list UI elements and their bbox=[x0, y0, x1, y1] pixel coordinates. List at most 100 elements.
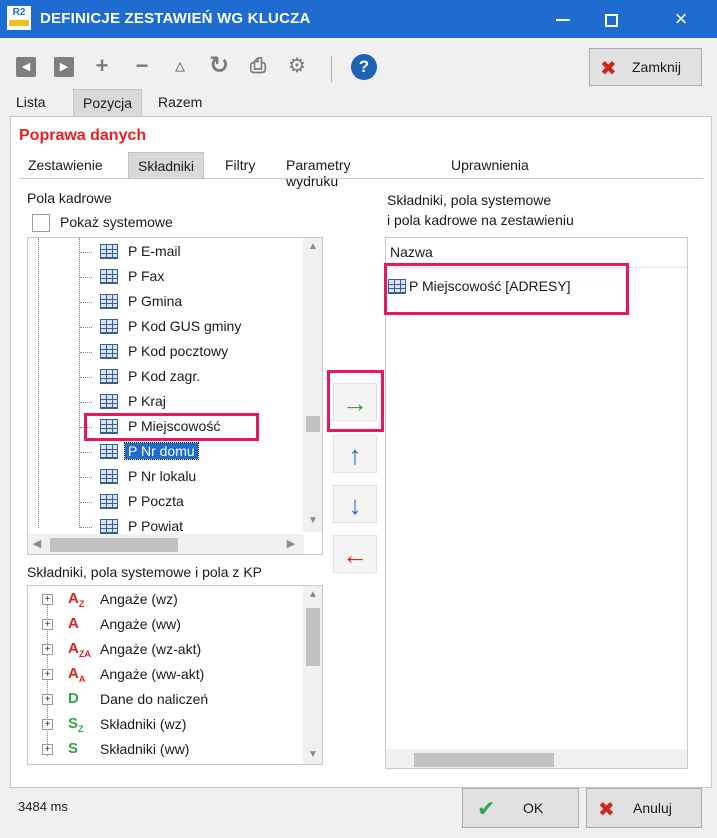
help-icon[interactable]: ? bbox=[351, 54, 377, 80]
kp-list-item[interactable]: + AA Angaże (ww-akt) bbox=[42, 663, 292, 687]
window-title: DEFINICJE ZESTAWIEŃ WG KLUCZA bbox=[40, 10, 311, 27]
kp-list-item[interactable]: + SZ Składniki (wz) bbox=[42, 713, 292, 737]
report-hscroll-thumb[interactable] bbox=[414, 753, 554, 767]
tab-pozycja[interactable]: Pozycja bbox=[73, 89, 143, 116]
fields-label: Pola kadrowe bbox=[27, 190, 112, 206]
kp-vscroll[interactable]: ▲ ▼ bbox=[303, 586, 322, 764]
field-item[interactable]: P Fax bbox=[80, 265, 292, 289]
next-button[interactable]: ▶ bbox=[50, 52, 78, 80]
scroll-right-icon[interactable]: ▶ bbox=[282, 534, 300, 554]
section-title: Poprawa danych bbox=[19, 127, 147, 144]
kp-list-item[interactable]: + S Składniki (ww) bbox=[42, 738, 292, 762]
table-icon bbox=[100, 319, 118, 334]
category-icon: AA bbox=[68, 665, 86, 684]
maximize-icon bbox=[604, 13, 618, 27]
report-hscroll[interactable] bbox=[386, 749, 687, 768]
field-item[interactable]: P Kod GUS gminy bbox=[80, 315, 292, 339]
table-icon bbox=[100, 519, 118, 534]
report-items-list[interactable]: Nazwa P Miejscowość [ADRESY] bbox=[385, 237, 688, 769]
highlight-right-item bbox=[384, 263, 629, 315]
scroll-thumb[interactable] bbox=[306, 416, 320, 432]
close-icon: ✖ bbox=[600, 58, 617, 80]
expand-icon[interactable]: + bbox=[42, 669, 53, 680]
kp-list-item[interactable]: + AZ Angaże (wz) bbox=[42, 588, 292, 612]
expand-icon[interactable]: + bbox=[42, 644, 53, 655]
maximize-button[interactable] bbox=[588, 0, 634, 38]
field-item[interactable]: P Nr lokalu bbox=[80, 465, 292, 489]
highlight-left-item bbox=[84, 413, 259, 441]
move-down-button[interactable]: ↓ bbox=[333, 485, 377, 523]
kp-list-item[interactable]: + A Angaże (ww) bbox=[42, 613, 292, 637]
field-item[interactable]: P Poczta bbox=[80, 490, 292, 514]
field-item[interactable]: P Kod pocztowy bbox=[80, 340, 292, 364]
check-icon: ✔ bbox=[477, 796, 496, 821]
add-to-report-button[interactable]: → bbox=[333, 383, 377, 421]
minimize-button[interactable] bbox=[540, 0, 586, 38]
tab-skladniki[interactable]: Składniki bbox=[128, 152, 205, 179]
fields-tree[interactable]: P E-mail P Fax P Gmina P Kod GUS gminy P Kod… bbox=[27, 237, 323, 555]
show-system-checkbox[interactable] bbox=[32, 214, 50, 232]
expand-icon[interactable]: + bbox=[42, 619, 53, 630]
move-up-button[interactable]: ↑ bbox=[333, 435, 377, 473]
remove-from-report-button[interactable]: ← bbox=[333, 535, 377, 573]
arrow-left-icon: ← bbox=[342, 540, 368, 570]
edit-button[interactable]: ▵ bbox=[166, 52, 194, 80]
close-button[interactable]: ✖ Zamknij bbox=[589, 48, 702, 86]
category-icon: SZ bbox=[68, 715, 84, 734]
refresh-icon: ↻ bbox=[208, 52, 230, 79]
kp-list-item[interactable]: + D Dane do naliczeń bbox=[42, 688, 292, 712]
kp-tree[interactable]: + AZ Angaże (wz) + A Angaże (ww) + AZA Angaże (w… bbox=[27, 585, 323, 765]
arrow-up-icon: ↑ bbox=[348, 440, 362, 470]
edit-icon: ▵ bbox=[174, 55, 186, 77]
settings-button[interactable]: ⚙ bbox=[283, 52, 311, 80]
kp-list-item[interactable]: + AZA Angaże (wz-akt) bbox=[42, 638, 292, 662]
tab-filtry[interactable]: Filtry bbox=[216, 152, 264, 179]
kp-scroll-up-icon[interactable]: ▲ bbox=[303, 586, 322, 604]
category-icon: A bbox=[68, 615, 79, 632]
next-icon: ▶ bbox=[54, 57, 74, 77]
prev-icon: ◀ bbox=[16, 57, 36, 77]
tab-parametry-wydruku[interactable]: Parametry wydruku bbox=[277, 152, 360, 189]
expand-icon[interactable]: + bbox=[42, 694, 53, 705]
scroll-down-icon[interactable]: ▼ bbox=[303, 512, 322, 530]
tab-uprawnienia[interactable]: Uprawnienia bbox=[442, 152, 538, 179]
ok-button[interactable]: ✔ OK bbox=[462, 788, 579, 828]
tab-lista[interactable]: Lista bbox=[7, 89, 55, 116]
expand-icon[interactable]: + bbox=[42, 594, 53, 605]
field-item[interactable]: P Nr domu bbox=[80, 440, 292, 464]
prev-button[interactable]: ◀ bbox=[12, 52, 40, 80]
category-icon: S bbox=[68, 740, 79, 757]
table-icon bbox=[100, 344, 118, 359]
tab-zestawienie[interactable]: Zestawienie bbox=[19, 152, 112, 179]
table-icon bbox=[100, 494, 118, 509]
field-item[interactable]: P Kraj bbox=[80, 390, 292, 414]
status-text: 3484 ms bbox=[18, 799, 68, 814]
table-icon bbox=[100, 294, 118, 309]
refresh-button[interactable]: ↻ bbox=[205, 52, 233, 80]
cancel-button[interactable]: ✖ Anuluj bbox=[586, 788, 702, 828]
cancel-icon: ✖ bbox=[598, 799, 615, 821]
kp-scroll-down-icon[interactable]: ▼ bbox=[303, 746, 322, 764]
tab-razem[interactable]: Razem bbox=[149, 89, 211, 116]
expand-icon[interactable]: + bbox=[42, 744, 53, 755]
print-button[interactable]: ⎙ bbox=[244, 52, 272, 80]
remove-button[interactable]: − bbox=[128, 52, 156, 80]
scroll-up-icon[interactable]: ▲ bbox=[303, 238, 322, 256]
add-button[interactable]: + bbox=[88, 52, 116, 80]
fields-hscroll[interactable]: ◀ ▶ bbox=[28, 534, 304, 554]
field-item[interactable]: P Gmina bbox=[80, 290, 292, 314]
category-icon: AZ bbox=[68, 590, 85, 609]
hscroll-thumb[interactable] bbox=[50, 538, 178, 552]
category-icon: AZA bbox=[68, 640, 91, 659]
field-item[interactable]: P Kod zagr. bbox=[80, 365, 292, 389]
minimize-icon bbox=[556, 19, 570, 22]
close-window-button[interactable]: × bbox=[658, 0, 704, 38]
scroll-left-icon[interactable]: ◀ bbox=[28, 534, 46, 554]
right-label-line2: i pola kadrowe na zestawieniu bbox=[387, 212, 574, 228]
kp-scroll-thumb[interactable] bbox=[306, 608, 320, 666]
fields-vscroll[interactable]: ▲ ▼ bbox=[303, 238, 322, 532]
expand-icon[interactable]: + bbox=[42, 719, 53, 730]
field-item[interactable]: P E-mail bbox=[80, 240, 292, 264]
table-icon bbox=[100, 269, 118, 284]
title-bar: R2 DEFINICJE ZESTAWIEŃ WG KLUCZA × bbox=[0, 0, 717, 38]
